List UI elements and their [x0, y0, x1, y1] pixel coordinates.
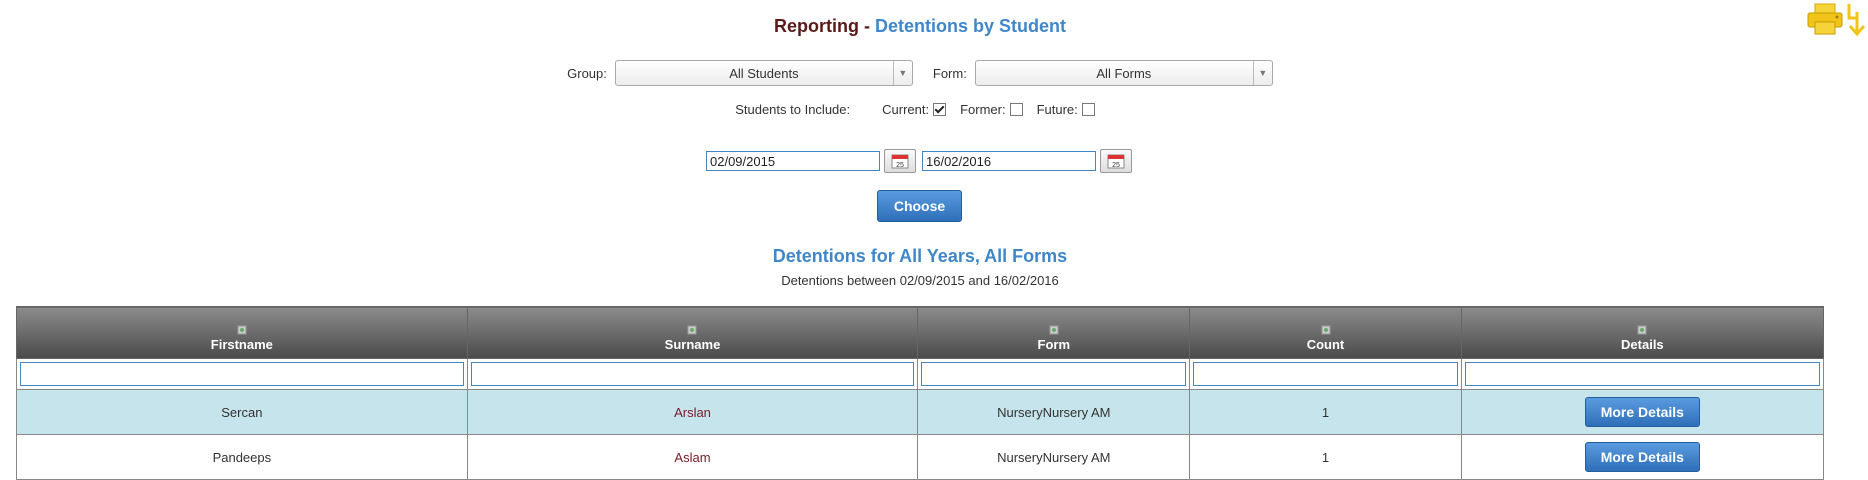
table-filter-row: [16, 358, 1825, 390]
calendar-icon[interactable]: 25: [884, 149, 916, 173]
filter-row: Group: All Students ▼ Form: All Forms ▼: [0, 60, 1840, 86]
results-range: Detentions between 02/09/2015 and 16/02/…: [781, 273, 1059, 288]
cell-count: 1: [1189, 434, 1462, 480]
table-header-row: Firstname Surname Form Count Details: [16, 306, 1825, 359]
sort-icon: [1321, 325, 1330, 335]
calendar-icon[interactable]: 25: [1100, 149, 1132, 173]
column-header-details[interactable]: Details: [1460, 306, 1825, 359]
column-label: Count: [1306, 337, 1345, 352]
table-row: Sercan Arslan NurseryNursery AM 1 More D…: [16, 389, 1825, 435]
chevron-down-icon: ▼: [892, 61, 912, 85]
column-header-form[interactable]: Form: [917, 306, 1191, 359]
form-filter-input[interactable]: [921, 362, 1187, 386]
calendar-day: 25: [1112, 162, 1120, 169]
column-label: Surname: [664, 337, 721, 352]
surname-filter-input[interactable]: [470, 362, 915, 386]
cell-firstname: Pandeeps: [16, 434, 468, 480]
column-header-count[interactable]: Count: [1189, 306, 1462, 359]
filter-cell: [16, 358, 468, 390]
group-select[interactable]: All Students ▼: [614, 60, 913, 86]
sort-icon: [687, 325, 697, 335]
results-title: Detentions for All Years, All Forms: [772, 246, 1068, 266]
sort-icon: [1637, 325, 1647, 335]
include-row: Students to Include: Current: Former: Fu…: [0, 102, 1840, 117]
column-header-firstname[interactable]: Firstname: [16, 306, 468, 359]
firstname-filter-input[interactable]: [20, 362, 464, 386]
download-icon[interactable]: [1846, 2, 1868, 43]
former-checkbox[interactable]: [1009, 103, 1023, 116]
filter-cell: [917, 358, 1191, 390]
page-title: Reporting - Detentions by Student: [0, 16, 1840, 37]
more-details-button[interactable]: More Details: [1584, 397, 1700, 427]
group-select-value: All Students: [729, 65, 799, 81]
form-select[interactable]: All Forms ▼: [974, 60, 1273, 86]
column-label: Details: [1621, 337, 1664, 352]
title-main: Detentions by Student: [874, 16, 1066, 36]
calendar-day: 25: [896, 162, 904, 169]
cell-details: More Details: [1460, 434, 1825, 480]
cell-form: NurseryNursery AM: [917, 434, 1191, 480]
chevron-down-icon: ▼: [1252, 61, 1272, 85]
column-label: Firstname: [210, 337, 273, 352]
cell-surname: Arslan: [466, 389, 919, 435]
count-filter-input[interactable]: [1193, 362, 1458, 386]
date-range: 25 25: [0, 149, 1840, 173]
title-prefix: Reporting: [773, 16, 859, 36]
table-row: Pandeeps Aslam NurseryNursery AM 1 More …: [16, 434, 1825, 480]
sort-icon: [1049, 325, 1059, 335]
future-checkbox[interactable]: [1081, 103, 1095, 116]
detentions-table: Firstname Surname Form Count Details Ser…: [16, 306, 1825, 480]
form-label: Form:: [932, 65, 967, 81]
form-select-value: All Forms: [1096, 65, 1152, 81]
column-header-surname[interactable]: Surname: [466, 306, 919, 359]
cell-surname: Aslam: [466, 434, 919, 480]
filter-cell: [1189, 358, 1462, 390]
current-label: Current:: [882, 102, 930, 117]
filter-cell: [466, 358, 919, 390]
former-label: Former:: [960, 102, 1006, 117]
future-label: Future:: [1036, 102, 1078, 117]
cell-firstname: Sercan: [16, 389, 468, 435]
column-label: Form: [1037, 337, 1071, 352]
date-from-input[interactable]: [706, 151, 880, 171]
group-label: Group:: [567, 65, 607, 81]
current-checkbox[interactable]: [933, 103, 947, 116]
details-filter-input[interactable]: [1464, 362, 1820, 386]
cell-count: 1: [1189, 389, 1462, 435]
filter-cell: [1460, 358, 1825, 390]
choose-button[interactable]: Choose: [877, 190, 962, 222]
include-label: Students to Include:: [735, 102, 851, 117]
sort-icon: [237, 325, 247, 335]
cell-form: NurseryNursery AM: [917, 389, 1191, 435]
cell-details: More Details: [1460, 389, 1825, 435]
title-separator: -: [858, 16, 875, 36]
date-to-input[interactable]: [922, 151, 1096, 171]
